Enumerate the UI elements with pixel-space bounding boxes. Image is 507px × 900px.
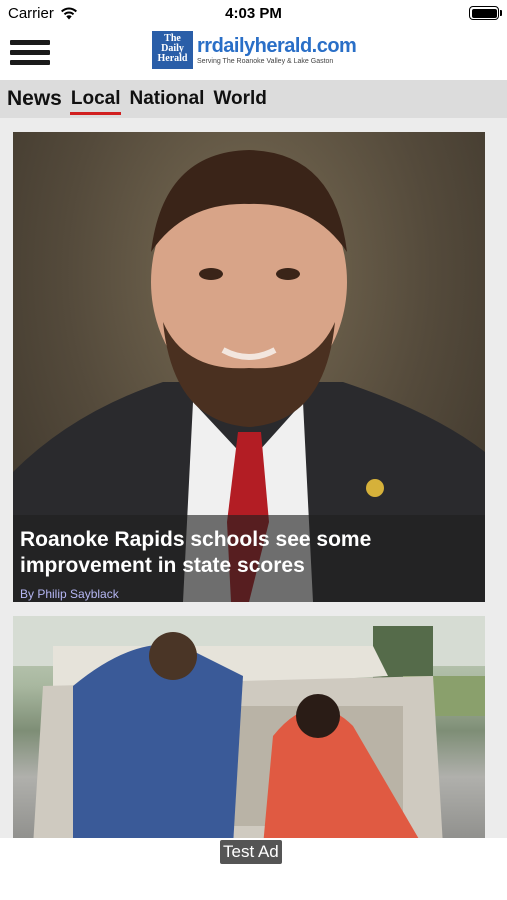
tab-news[interactable]: News: [6, 80, 63, 118]
status-time: 4:03 PM: [225, 5, 282, 22]
ad-label[interactable]: Test Ad: [220, 840, 282, 864]
article-card[interactable]: [13, 616, 485, 838]
article-byline: By Philip Sayblack: [20, 587, 119, 601]
tab-local[interactable]: Local: [69, 80, 122, 118]
article-headline[interactable]: Roanoke Rapids schools see some improvem…: [20, 527, 477, 579]
app-header: The Daily Herald rrdailyherald.com Servi…: [0, 28, 507, 80]
article-card[interactable]: Roanoke Rapids schools see some improvem…: [13, 132, 485, 602]
logo-badge: The Daily Herald: [152, 31, 193, 69]
hamburger-menu-icon[interactable]: [10, 40, 50, 70]
article-photo: [13, 616, 485, 838]
article-overlay: Roanoke Rapids schools see some improvem…: [13, 515, 485, 602]
site-logo[interactable]: The Daily Herald rrdailyherald.com Servi…: [152, 30, 357, 70]
article-feed[interactable]: Roanoke Rapids schools see some improvem…: [0, 118, 507, 838]
logo-domain: rrdailyherald.com: [197, 34, 357, 57]
section-tab-bar: News Local National World: [0, 80, 507, 118]
logo-tagline: Serving The Roanoke Valley & Lake Gaston: [197, 57, 334, 65]
tab-world[interactable]: World: [212, 80, 267, 118]
battery-icon: [469, 6, 502, 20]
ad-banner[interactable]: Test Ad: [0, 838, 507, 900]
status-bar: Carrier 4:03 PM: [0, 0, 507, 28]
tab-national[interactable]: National: [128, 80, 205, 118]
